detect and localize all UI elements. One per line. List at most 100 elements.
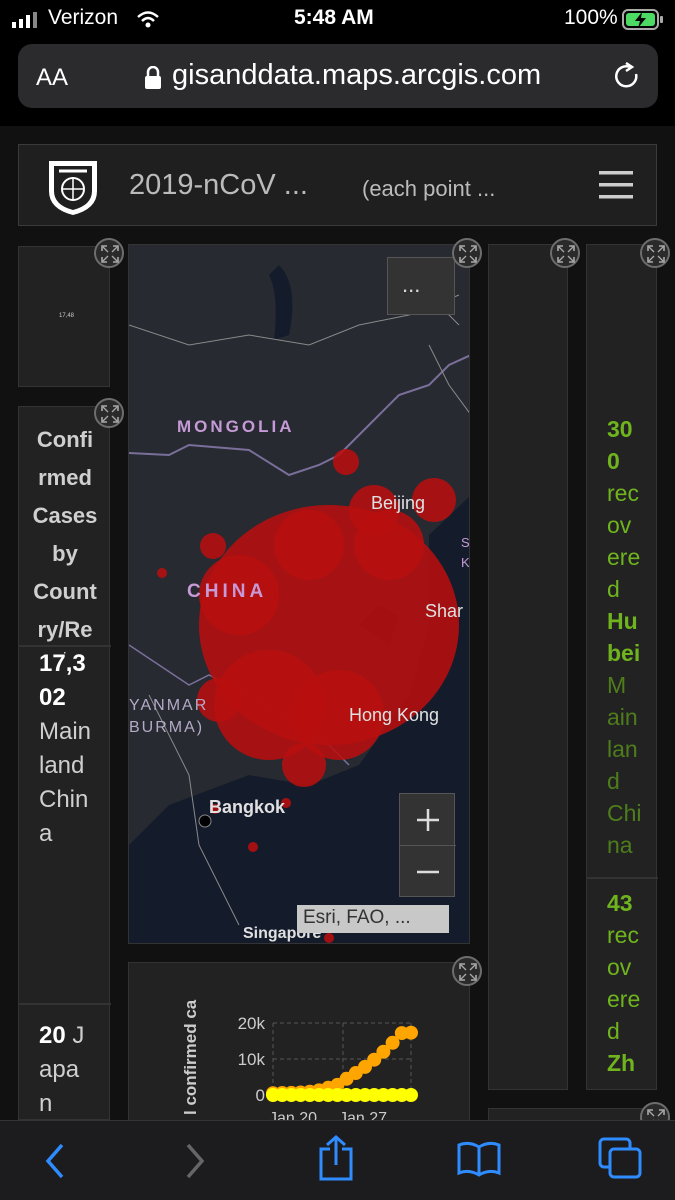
wifi-icon — [137, 11, 159, 28]
region-name: Chi — [607, 800, 642, 826]
title-line: Cases — [32, 503, 98, 528]
title-line: Count — [33, 579, 97, 604]
recovered-panel: 30 0 rec ov ere d Hu bei M ain lan d Chi… — [586, 244, 658, 1090]
map-label-burma: BURMA) — [129, 719, 205, 736]
chart-point — [404, 1025, 418, 1040]
expand-deaths-panel-button[interactable] — [550, 238, 580, 268]
map-label-edge: K — [461, 555, 470, 570]
address-bar[interactable]: AA gisanddata.maps.arcgis.com — [18, 44, 658, 108]
list-item[interactable]: 17,3 02 Main land Chin a — [39, 647, 111, 851]
map-label-myanmar: YANMAR — [129, 697, 209, 714]
region-name: d — [607, 768, 620, 794]
dashboard-subtitle: (each point ... — [362, 176, 496, 201]
recovered-label: rec — [607, 922, 639, 948]
country-name-line: Main — [39, 718, 92, 745]
country-name-line: a — [39, 820, 53, 847]
country-name-line: land — [39, 752, 85, 779]
list-item[interactable]: 30 0 rec ov ere d Hu bei M ain lan d Chi… — [607, 413, 657, 861]
status-bar: Verizon 5:48 AM 100% — [0, 0, 675, 40]
chart-y-label: l confirmed ca — [181, 999, 200, 1115]
zoom-control[interactable] — [399, 793, 456, 898]
map-options-button[interactable]: ... — [387, 257, 455, 315]
map-panel[interactable]: MONGOLIA CHINA Beijing Shar Hong Kong YA… — [128, 244, 470, 944]
zoom-in-button[interactable] — [400, 794, 456, 846]
case-count-cont: 02 — [39, 684, 66, 711]
tabs-icon[interactable] — [598, 1137, 644, 1179]
battery-percent: 100% — [564, 6, 618, 29]
more-icon: ... — [402, 272, 421, 297]
recovered-count: 30 — [607, 416, 633, 442]
map-label-beijing: Beijing — [371, 493, 426, 513]
expand-lower-panel-button[interactable] — [640, 1102, 670, 1120]
country-name-line: Chin — [39, 786, 89, 813]
expand-total-panel-button[interactable] — [94, 238, 124, 268]
list-item[interactable]: 43 rec ov ere d Zh — [607, 887, 657, 1079]
attribution-text: Esri, FAO, ... — [303, 907, 411, 928]
country-name-line: n — [39, 1090, 53, 1117]
expand-icon — [647, 1109, 665, 1120]
back-icon[interactable] — [40, 1141, 70, 1181]
total-confirmed-panel: 17,48 — [18, 246, 110, 387]
region-name: M — [607, 672, 627, 698]
expand-icon — [459, 963, 477, 981]
minus-icon — [417, 870, 439, 874]
chart-x-tick: Jan 20 — [269, 1110, 317, 1120]
title-line: by — [52, 541, 78, 566]
lock-icon — [145, 66, 161, 89]
map-label-mongolia: MONGOLIA — [177, 417, 295, 436]
deaths-panel — [488, 244, 568, 1090]
plus-icon — [417, 809, 439, 831]
university-shield-logo — [49, 161, 97, 215]
share-icon[interactable] — [316, 1135, 356, 1181]
dashboard: 2019-nCoV ... (each point ... 17,48 Conf… — [0, 126, 675, 1120]
chart-y-tick: 10k — [238, 1050, 266, 1069]
chart-y-tick: 20k — [238, 1014, 266, 1033]
battery-charging-icon — [622, 9, 663, 30]
recovered-count-cont: 0 — [607, 448, 620, 474]
lower-right-panel — [488, 1108, 657, 1120]
recovered-label: ov — [607, 512, 632, 538]
dashboard-header: 2019-nCoV ... (each point ... — [18, 144, 657, 226]
recovered-label: ere — [607, 986, 641, 1012]
forward-icon[interactable] — [180, 1141, 210, 1181]
region-name: na — [607, 832, 633, 858]
cases-line-chart[interactable]: 20k 10k 0 l confirmed ca Jan 20 Jan 27 — [129, 963, 471, 1120]
zoom-out-button[interactable] — [400, 846, 456, 898]
url-host[interactable]: gisanddata.maps.arcgis.com — [172, 59, 541, 92]
map-label-china: CHINA — [187, 581, 268, 602]
expand-chart-button[interactable] — [452, 956, 482, 986]
signal-icon — [12, 12, 37, 28]
map-label-shanghai: Shar — [425, 601, 464, 621]
hamburger-menu-icon[interactable] — [599, 169, 635, 201]
country-name-line: J — [72, 1022, 85, 1049]
map-label-hong-kong: Hong Kong — [349, 705, 440, 725]
country-panel-title: Confi rmed Cases by Count ry/Re · — [19, 421, 111, 659]
map-attribution[interactable]: Esri, FAO, ... — [297, 905, 449, 933]
region-name: ain — [607, 704, 638, 730]
region-name: lan — [607, 736, 638, 762]
bookmarks-icon[interactable] — [456, 1141, 502, 1177]
title-line: ry/Re — [37, 617, 93, 642]
text-size-button[interactable]: AA — [36, 64, 68, 92]
expand-country-panel-button[interactable] — [94, 398, 124, 428]
recovered-label: d — [607, 1018, 620, 1044]
list-item[interactable]: 20 J apa n — [39, 1019, 111, 1120]
recovered-label: ov — [607, 954, 632, 980]
recovered-count: 43 — [607, 890, 633, 916]
province-name: Hu — [607, 608, 638, 634]
reload-icon[interactable] — [612, 62, 642, 92]
chart-x-tick: Jan 27 — [339, 1110, 387, 1120]
clock: 5:48 AM — [294, 6, 374, 29]
chart-y-tick: 0 — [256, 1086, 265, 1105]
chart-panel: 20k 10k 0 l confirmed ca Jan 20 Jan 27 — [128, 962, 470, 1120]
map-label-bangkok: Bangkok — [209, 797, 286, 817]
country-cases-panel: Confi rmed Cases by Count ry/Re · 17,3 0… — [18, 406, 111, 1120]
expand-recovered-panel-button[interactable] — [640, 238, 670, 268]
dashboard-title: 2019-nCoV ... — [129, 169, 308, 201]
title-line: Confi — [36, 427, 94, 452]
total-confirmed-value: 17,48 — [59, 313, 75, 319]
recovered-label: d — [607, 576, 620, 602]
expand-icon — [459, 245, 477, 263]
province-name: bei — [607, 640, 641, 666]
expand-map-button[interactable] — [452, 238, 482, 268]
